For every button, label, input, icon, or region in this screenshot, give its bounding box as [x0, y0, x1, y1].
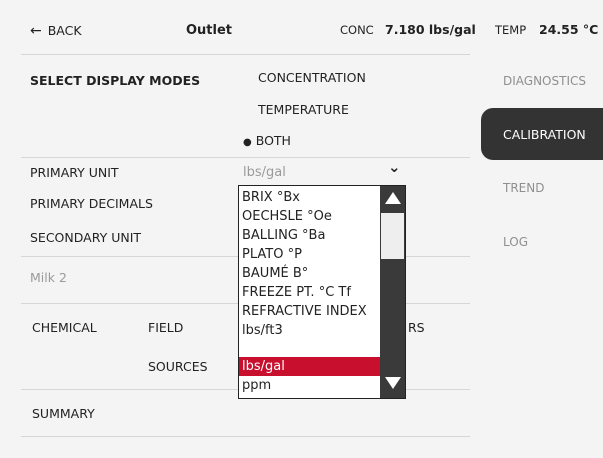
sidebar-item-trend[interactable]: TREND: [503, 181, 544, 195]
selected-bullet-icon: ●: [243, 137, 252, 148]
option-lbs-ft3[interactable]: lbs/ft3: [239, 321, 380, 340]
primary-decimals-label: PRIMARY DECIMALS: [30, 196, 153, 211]
divider: [21, 54, 470, 55]
rs-button-fragment[interactable]: RS: [408, 321, 425, 335]
mode-temperature[interactable]: TEMPERATURE: [258, 103, 349, 117]
temp-label: TEMP: [495, 23, 527, 37]
product-name: Milk 2: [30, 270, 67, 285]
mode-both[interactable]: ● BOTH: [243, 133, 291, 148]
field-button[interactable]: FIELD: [148, 321, 183, 335]
unit-dropdown-list[interactable]: BRIX °Bx OECHSLE °Oe BALLING °Ba PLATO °…: [238, 185, 406, 399]
option-plato[interactable]: PLATO °P: [239, 245, 380, 264]
option-brix[interactable]: BRIX °Bx: [239, 188, 380, 207]
divider: [21, 157, 470, 158]
sources-button[interactable]: SOURCES: [148, 360, 208, 374]
option-balling[interactable]: BALLING °Ba: [239, 226, 380, 245]
mode-both-label: BOTH: [255, 133, 291, 148]
sidebar-item-log[interactable]: LOG: [503, 235, 528, 249]
primary-unit-value[interactable]: lbs/gal: [243, 166, 286, 179]
arrow-left-icon: ←: [30, 23, 42, 39]
back-button[interactable]: ← BACK: [30, 24, 82, 38]
option-baume[interactable]: BAUMÉ B°: [239, 264, 380, 283]
option-ppm[interactable]: ppm: [239, 376, 380, 395]
secondary-unit-label: SECONDARY UNIT: [30, 230, 142, 245]
option-lbs-gal[interactable]: lbs/gal: [239, 357, 380, 376]
primary-unit-label: PRIMARY UNIT: [30, 165, 119, 180]
conc-label: CONC: [340, 23, 374, 37]
sidebar-item-diagnostics[interactable]: DIAGNOSTICS: [503, 74, 586, 88]
mode-concentration[interactable]: CONCENTRATION: [258, 71, 366, 85]
conc-value: 7.180 lbs/gal: [385, 22, 476, 37]
chemical-button[interactable]: CHEMICAL: [32, 321, 97, 335]
scroll-up-icon[interactable]: [385, 192, 401, 204]
dropdown-scrollbar[interactable]: [380, 186, 405, 398]
sidebar-item-calibration[interactable]: CALIBRATION: [481, 108, 603, 160]
sidebar-item-label: CALIBRATION: [503, 127, 586, 142]
option-oechsle[interactable]: OECHSLE °Oe: [239, 207, 380, 226]
option-freeze-pt[interactable]: FREEZE PT. °C Tf: [239, 283, 380, 302]
display-modes-label: SELECT DISPLAY MODES: [30, 73, 201, 88]
page-title: Outlet: [186, 23, 233, 38]
back-label: BACK: [47, 23, 82, 38]
divider: [21, 436, 470, 437]
chevron-down-icon[interactable]: ⌄: [388, 160, 401, 175]
option-refractive-index[interactable]: REFRACTIVE INDEX: [239, 302, 380, 321]
temp-value: 24.55 °C: [539, 22, 599, 37]
scroll-down-icon[interactable]: [385, 377, 401, 389]
summary-button[interactable]: SUMMARY: [32, 407, 95, 421]
scrollbar-thumb[interactable]: [381, 213, 404, 259]
